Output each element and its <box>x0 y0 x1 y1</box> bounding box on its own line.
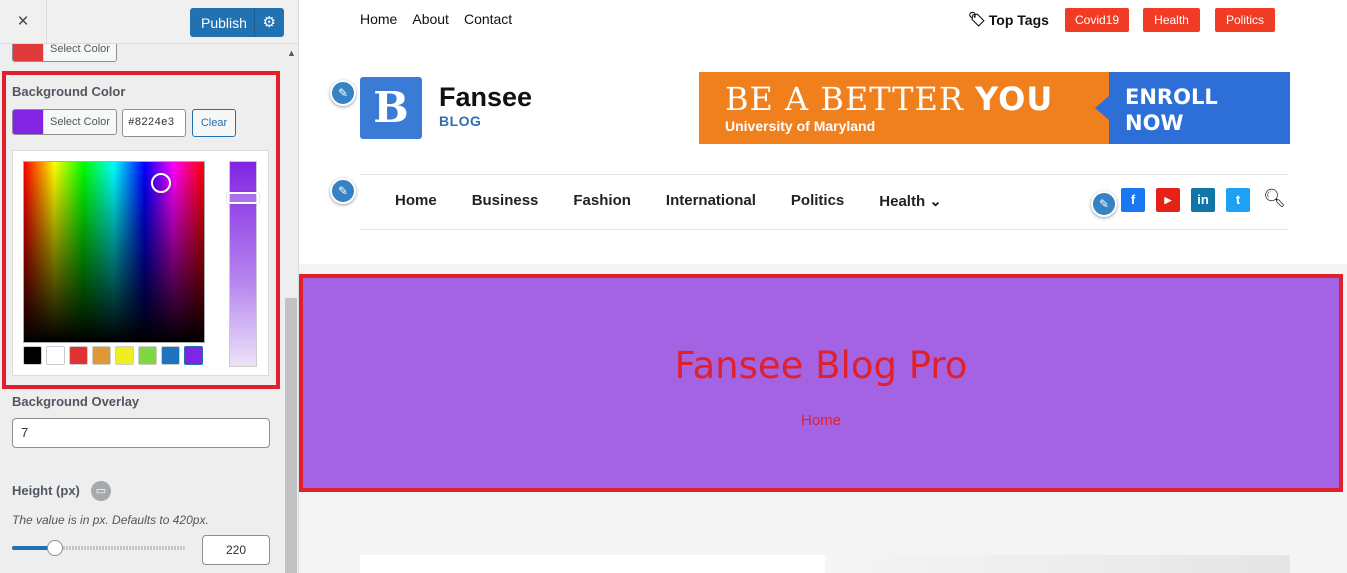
scroll-up-icon[interactable]: ▲ <box>287 48 296 58</box>
clear-button[interactable]: Clear <box>192 109 236 137</box>
ad-headline-light: BE A BETTER <box>725 80 964 118</box>
overlay-input[interactable]: 7 <box>12 418 270 448</box>
top-bar: Home About Contact 🏷 Top Tags Covid19 He… <box>299 0 1347 42</box>
content-card <box>360 555 825 573</box>
top-nav-contact[interactable]: Contact <box>464 11 512 27</box>
height-slider[interactable] <box>12 540 185 556</box>
ad-cta-line1: ENROLL <box>1125 85 1218 109</box>
publish-label: Publish <box>201 14 247 31</box>
select-color-label: Select Color <box>43 110 116 134</box>
nav-health[interactable]: Health ⌄ <box>879 192 942 210</box>
tag-covid19[interactable]: Covid19 <box>1065 8 1129 32</box>
site-header: ✎ B Fansee BLOG BE A BETTER YOU Universi… <box>299 42 1347 264</box>
nav-top-divider <box>360 174 1289 175</box>
logo-icon[interactable]: B <box>360 77 422 139</box>
controls-panel: Select Color Background Color Select Col… <box>0 44 284 573</box>
color-palette <box>23 346 203 365</box>
nav-business[interactable]: Business <box>472 192 539 210</box>
page-banner: Fansee Blog Pro Home <box>299 274 1343 492</box>
sidebar-scrollbar[interactable]: ▲ <box>284 44 298 573</box>
height-description: The value is in px. Defaults to 420px. <box>12 513 209 527</box>
top-tags: 🏷 Top Tags <box>968 11 1049 28</box>
nav-fashion[interactable]: Fashion <box>573 192 631 210</box>
ad-sub: University of Maryland <box>725 118 876 134</box>
color-chip <box>13 44 43 61</box>
ad-cta-line2: NOW <box>1125 111 1184 135</box>
nav-health-label: Health <box>879 193 926 210</box>
palette-swatch[interactable] <box>138 346 157 365</box>
tag-politics[interactable]: Politics <box>1215 8 1275 32</box>
top-tags-label: Top Tags <box>988 11 1049 28</box>
strip-handle[interactable] <box>227 192 259 204</box>
search-icon[interactable]: 🔍︎ <box>1263 188 1286 209</box>
slider-knob[interactable] <box>47 540 64 556</box>
tag-health[interactable]: Health <box>1143 8 1200 32</box>
top-nav-home[interactable]: Home <box>360 11 397 27</box>
edit-logo-icon[interactable]: ✎ <box>330 80 356 106</box>
site-title[interactable]: Fansee <box>439 82 532 113</box>
hex-color-input[interactable]: #8224e3 <box>122 109 186 137</box>
background-overlay-label: Background Overlay <box>12 394 140 409</box>
ad-cta: ENROLL NOW <box>1125 84 1218 136</box>
main-nav: Home Business Fashion International Poli… <box>395 192 942 210</box>
ad-banner[interactable]: BE A BETTER YOU University of Maryland E… <box>699 72 1290 144</box>
select-color-button[interactable]: Select Color <box>12 109 117 135</box>
palette-swatch[interactable] <box>115 346 134 365</box>
site-subtitle: BLOG <box>439 113 482 129</box>
scroll-thumb[interactable] <box>285 298 297 573</box>
previous-color-button[interactable]: Select Color <box>12 44 117 62</box>
palette-swatch[interactable] <box>23 346 42 365</box>
color-picker <box>12 150 269 376</box>
top-nav-about[interactable]: About <box>412 11 449 27</box>
customizer-sidebar: × Publish ⚙ Select Color Background Colo… <box>0 0 299 573</box>
customizer-header: × Publish ⚙ <box>0 0 298 44</box>
monitor-icon[interactable]: ▭ <box>91 481 111 501</box>
palette-swatch[interactable] <box>46 346 65 365</box>
palette-swatch[interactable] <box>161 346 180 365</box>
gradient-overlay <box>24 162 204 342</box>
nav-politics[interactable]: Politics <box>791 192 844 210</box>
publish-divider <box>254 8 255 37</box>
linkedin-icon[interactable]: in <box>1191 188 1215 212</box>
gear-icon[interactable]: ⚙ <box>263 13 276 31</box>
palette-swatch[interactable] <box>69 346 88 365</box>
nav-home[interactable]: Home <box>395 192 437 210</box>
edit-menu-icon[interactable]: ✎ <box>330 178 356 204</box>
lightness-strip[interactable] <box>227 161 259 367</box>
height-label: Height (px) <box>12 483 80 498</box>
site-preview: Home About Contact 🏷 Top Tags Covid19 He… <box>299 0 1347 573</box>
edit-social-icon[interactable]: ✎ <box>1091 191 1117 217</box>
facebook-icon[interactable]: f <box>1121 188 1145 212</box>
publish-button[interactable]: Publish ⚙ <box>190 8 284 37</box>
height-number-input[interactable]: 220 <box>202 535 270 565</box>
nav-bottom-divider <box>360 229 1289 230</box>
youtube-icon[interactable]: ▶ <box>1156 188 1180 212</box>
close-icon[interactable]: × <box>0 0 47 44</box>
palette-swatch[interactable] <box>92 346 111 365</box>
picker-handle[interactable] <box>151 173 171 193</box>
current-color-chip <box>13 110 43 134</box>
tag-icon: 🏷 <box>968 11 986 27</box>
content-card-image <box>825 555 1290 573</box>
background-color-label: Background Color <box>12 84 126 99</box>
ad-notch <box>1095 96 1109 120</box>
breadcrumb[interactable]: Home <box>303 412 1339 429</box>
select-color-label: Select Color <box>43 44 116 61</box>
chevron-down-icon: ⌄ <box>929 193 942 210</box>
saturation-square[interactable] <box>23 161 205 343</box>
top-nav: Home About Contact <box>360 11 512 27</box>
palette-swatch[interactable] <box>184 346 203 365</box>
twitter-icon[interactable]: t <box>1226 188 1250 212</box>
banner-title: Fansee Blog Pro <box>674 344 968 387</box>
ad-headline: BE A BETTER YOU <box>725 80 1053 118</box>
customizer-window: × Publish ⚙ Select Color Background Colo… <box>0 0 1347 573</box>
ad-headline-bold: YOU <box>975 80 1054 118</box>
nav-international[interactable]: International <box>666 192 756 210</box>
